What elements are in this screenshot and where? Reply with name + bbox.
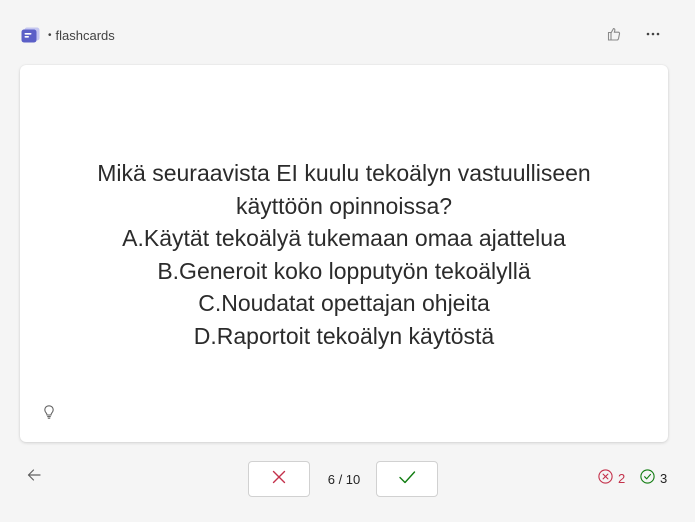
- circle-check-icon: [640, 469, 655, 488]
- flashcards-app-icon: [21, 27, 40, 44]
- breadcrumb-separator: •: [48, 30, 52, 41]
- check-icon: [398, 469, 416, 490]
- answer-option-d: D.Raportoit tekoälyn käytöstä: [193, 322, 495, 349]
- correct-count: 3: [660, 470, 668, 486]
- card-counter: 6 / 10: [327, 472, 361, 487]
- wrong-count-badge: 2: [598, 469, 625, 488]
- question-line: käyttöön opinnoissa?: [235, 192, 453, 219]
- question-line: Mikä seuraavista EI kuulu tekoälyn vastu…: [97, 160, 591, 186]
- circle-x-icon: [598, 469, 613, 488]
- answer-option-a: A.Käytät tekoälyä tukemaan omaa ajattelu…: [122, 225, 566, 251]
- flashcard[interactable]: Mikä seuraavista EI kuulu tekoälyn vastu…: [20, 65, 668, 442]
- x-icon: [271, 469, 287, 490]
- page-title: flashcards: [55, 28, 115, 43]
- header: • flashcards: [0, 0, 695, 72]
- wrong-count: 2: [618, 470, 626, 486]
- breadcrumb: • flashcards: [48, 28, 115, 44]
- feedback-button[interactable]: [602, 24, 626, 48]
- answer-option-b: B.Generoit koko lopputyön tekoälyllä: [157, 257, 531, 284]
- more-options-button[interactable]: [641, 24, 665, 48]
- hint-button[interactable]: [38, 403, 60, 425]
- mark-correct-button[interactable]: [376, 461, 438, 497]
- question-text: Mikä seuraavista EI kuulu tekoälyn vastu…: [50, 157, 638, 352]
- more-horizontal-icon: [645, 26, 661, 47]
- back-button[interactable]: [22, 465, 46, 489]
- answer-option-c: C.Noudatat opettajan ohjeita: [198, 290, 490, 316]
- correct-count-badge: 3: [640, 469, 667, 488]
- arrow-left-icon: [26, 467, 42, 488]
- mark-wrong-button[interactable]: [248, 461, 310, 497]
- lightbulb-icon: [41, 404, 57, 425]
- thumb-icon: [606, 26, 622, 47]
